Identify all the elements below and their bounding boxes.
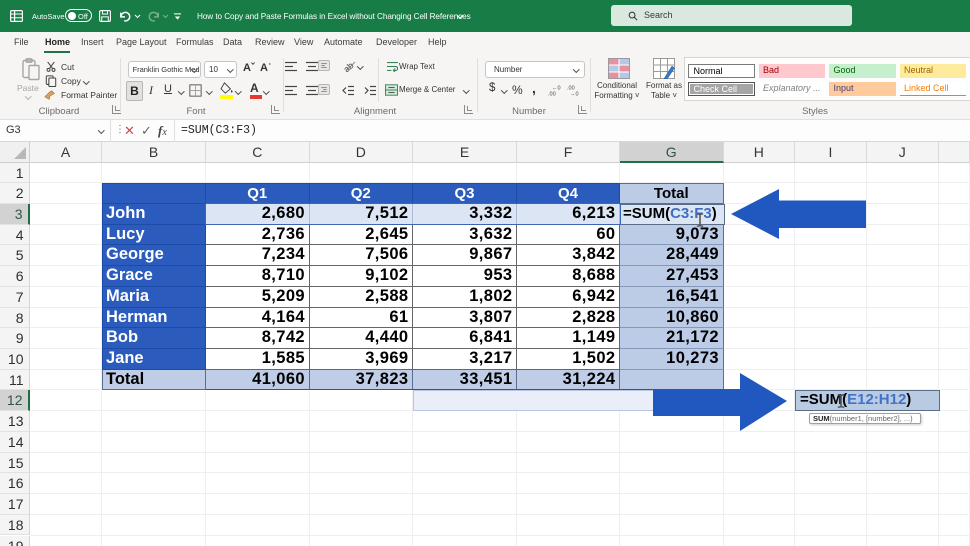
svg-text:→0: →0 (570, 92, 579, 97)
svg-text:.00: .00 (548, 92, 556, 97)
svg-text:ab: ab (344, 60, 356, 72)
